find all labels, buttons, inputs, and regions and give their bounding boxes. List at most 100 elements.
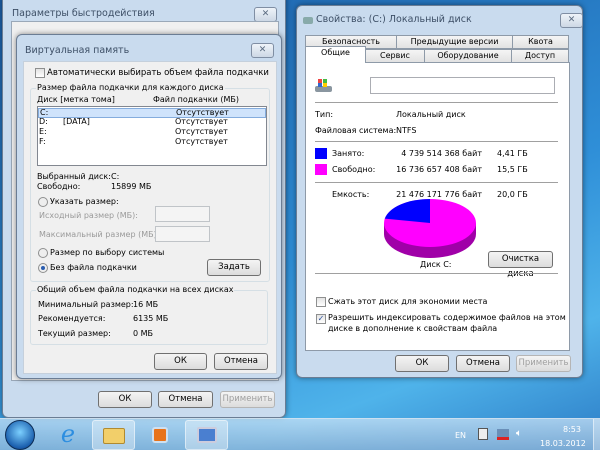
used-bytes: 4 739 514 368 байт xyxy=(401,149,482,158)
free-value: 15899 МБ xyxy=(111,182,152,191)
drive-label: [DATA] xyxy=(63,117,90,126)
disk-label: Диск C: xyxy=(420,260,452,269)
tab-sharing[interactable]: Доступ xyxy=(511,49,569,63)
auto-manage-label: Автоматически выбирать объем файла подка… xyxy=(47,68,269,78)
initial-size-input[interactable] xyxy=(155,206,210,222)
no-pagefile-radio[interactable] xyxy=(38,263,48,273)
pagefile-size: Отсутствует xyxy=(175,127,228,136)
custom-size-radio[interactable] xyxy=(38,197,48,207)
initial-size-label: Исходный размер (МБ): xyxy=(39,211,138,220)
used-gb: 4,41 ГБ xyxy=(497,149,528,158)
free-label: Свободно: xyxy=(37,182,81,191)
per-disk-group-label: Размер файла подкачки для каждого диска xyxy=(36,83,225,92)
cancel-button[interactable]: Отмена xyxy=(158,391,213,408)
recommended-label: Рекомендуется: xyxy=(38,314,106,323)
selected-disk-label: Выбранный диск: xyxy=(37,172,111,181)
apply-button[interactable]: Применить xyxy=(220,391,275,408)
drive-letter: C: xyxy=(40,108,49,117)
fs-value: NTFS xyxy=(396,126,417,135)
tab-general[interactable]: Общие xyxy=(305,46,366,63)
disk-cleanup-button[interactable]: Очистка диска xyxy=(488,251,553,279)
drive-letter: F: xyxy=(39,137,46,146)
fs-label: Файловая система: xyxy=(315,126,397,135)
capacity-label: Емкость: xyxy=(332,190,370,199)
no-pagefile-label: Без файла подкачки xyxy=(50,263,137,272)
drive-letter: E: xyxy=(39,127,47,136)
separator xyxy=(315,182,558,183)
close-button[interactable]: ✕ xyxy=(251,43,274,58)
internet-explorer-icon[interactable]: e xyxy=(50,420,86,450)
min-size-value: 16 МБ xyxy=(133,300,159,309)
tab-previous-versions[interactable]: Предыдущие версии xyxy=(396,35,513,49)
system-properties-icon[interactable] xyxy=(185,420,228,450)
compress-checkbox[interactable] xyxy=(316,297,326,307)
network-icon[interactable] xyxy=(497,429,509,440)
free-color-swatch xyxy=(315,164,327,175)
index-label-line1: Разрешить индексировать содержимое файло… xyxy=(328,313,566,322)
tab-hardware[interactable]: Оборудование xyxy=(424,49,512,63)
window-title: Параметры быстродействия xyxy=(12,8,155,19)
index-label-line2: диске в дополнение к свойствам файла xyxy=(328,324,498,333)
ok-button[interactable]: ОК xyxy=(98,391,152,408)
free-gb: 15,5 ГБ xyxy=(497,165,528,174)
free-label: Свободно: xyxy=(332,165,376,174)
media-player-icon[interactable] xyxy=(140,420,180,450)
custom-size-label: Указать размер: xyxy=(50,197,119,206)
dialog-title: Виртуальная память xyxy=(25,45,130,56)
max-size-input[interactable] xyxy=(155,226,210,242)
vm-cancel-button[interactable]: Отмена xyxy=(214,353,268,370)
apply-button[interactable]: Применить xyxy=(516,355,571,372)
drive-title-icon xyxy=(303,17,313,24)
used-color-swatch xyxy=(315,148,327,159)
compress-label: Сжать этот диск для экономии места xyxy=(328,297,488,306)
selected-disk-value: C: xyxy=(111,172,120,181)
clock-date[interactable]: 18.03.2012 xyxy=(540,439,586,448)
type-value: Локальный диск xyxy=(396,110,466,119)
drive-row[interactable]: E: Отсутствует xyxy=(38,127,266,138)
windows-explorer-icon[interactable] xyxy=(92,420,135,450)
tab-quota[interactable]: Квота xyxy=(512,35,569,49)
pagefile-size: Отсутствует xyxy=(176,108,229,117)
show-desktop-button[interactable] xyxy=(593,419,600,450)
type-label: Тип: xyxy=(315,110,334,119)
close-button[interactable]: ✕ xyxy=(254,7,277,22)
vm-ok-button[interactable]: ОК xyxy=(154,353,207,370)
capacity-gb: 20,0 ГБ xyxy=(497,190,528,199)
volume-name-input[interactable] xyxy=(370,77,555,94)
min-size-label: Минимальный размер: xyxy=(38,300,134,309)
col-disk-header: Диск [метка тома] xyxy=(37,95,115,104)
separator xyxy=(315,273,558,274)
max-size-label: Максимальный размер (МБ): xyxy=(39,230,160,239)
system-managed-radio[interactable] xyxy=(38,248,48,258)
separator xyxy=(315,141,558,142)
cancel-button[interactable]: Отмена xyxy=(456,355,510,372)
free-bytes: 16 736 657 408 байт xyxy=(396,165,482,174)
current-size-value: 0 МБ xyxy=(133,329,154,338)
system-managed-label: Размер по выбору системы xyxy=(50,248,165,257)
pagefile-size: Отсутствует xyxy=(175,117,228,126)
volume-icon[interactable]: 🔈︎ xyxy=(516,428,522,439)
col-pagefile-header: Файл подкачки (МБ) xyxy=(153,95,239,104)
pagefile-size: Отсутствует xyxy=(175,137,228,146)
auto-manage-checkbox[interactable] xyxy=(35,68,45,78)
set-button[interactable]: Задать xyxy=(207,259,261,276)
window-title: Свойства: (C:) Локальный диск xyxy=(316,14,472,25)
drive-icon xyxy=(314,78,334,94)
drive-row[interactable]: D: [DATA] Отсутствует xyxy=(38,117,266,128)
used-label: Занято: xyxy=(332,149,365,158)
language-indicator[interactable]: EN xyxy=(455,431,466,440)
clock-time[interactable]: 8:53 xyxy=(563,425,581,434)
drive-letter: D: xyxy=(39,117,48,126)
disk-usage-pie xyxy=(384,199,476,258)
recommended-value: 6135 МБ xyxy=(133,314,169,323)
index-checkbox[interactable]: ✓ xyxy=(316,314,326,324)
ok-button[interactable]: ОК xyxy=(395,355,449,372)
total-group-label: Общий объем файла подкачки на всех диска… xyxy=(36,285,235,294)
current-size-label: Текущий размер: xyxy=(38,329,111,338)
action-center-icon[interactable] xyxy=(478,428,488,440)
close-button[interactable]: ✕ xyxy=(560,13,583,28)
tab-service[interactable]: Сервис xyxy=(365,49,425,63)
drive-row[interactable]: F: Отсутствует xyxy=(38,137,266,148)
start-orb-icon[interactable] xyxy=(5,420,35,450)
taskbar xyxy=(0,418,600,450)
